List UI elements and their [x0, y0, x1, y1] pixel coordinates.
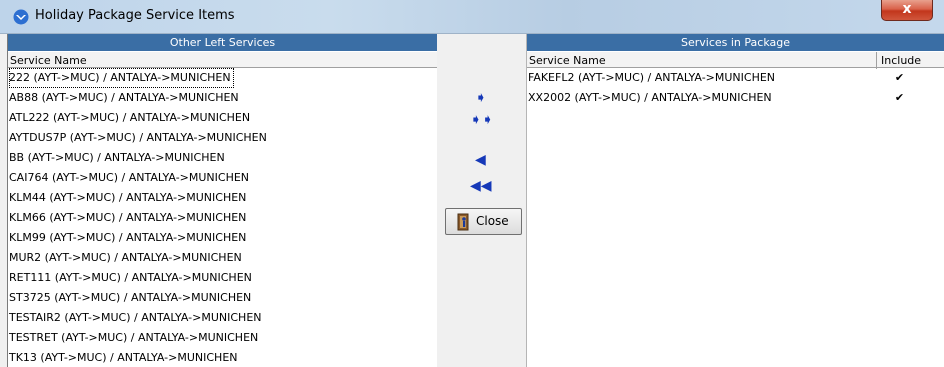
title-bar[interactable]: Holiday Package Service Items x: [0, 0, 944, 34]
service-name: XX2002 (AYT->MUC) / ANTALYA->MUNICHEN: [528, 91, 772, 104]
service-name: MUR2 (AYT->MUC) / ANTALYA->MUNICHEN: [9, 251, 242, 264]
service-name: AYTDUS7P (AYT->MUC) / ANTALYA->MUNICHEN: [9, 131, 267, 144]
list-item[interactable]: TESTAIR2 (AYT->MUC) / ANTALYA->MUNICHEN: [8, 308, 437, 328]
double-arrow-left-icon: ◀◀: [470, 178, 492, 194]
service-name: CAI764 (AYT->MUC) / ANTALYA->MUNICHEN: [9, 171, 250, 184]
service-name-column-header: Service Name: [529, 54, 606, 67]
list-item[interactable]: BB (AYT->MUC) / ANTALYA->MUNICHEN: [8, 148, 437, 168]
list-item[interactable]: TK13 (AYT->MUC) / ANTALYA->MUNICHEN: [8, 348, 437, 367]
list-item[interactable]: KLM66 (AYT->MUC) / ANTALYA->MUNICHEN: [8, 208, 437, 228]
service-name: 222 (AYT->MUC) / ANTALYA->MUNICHEN: [9, 68, 234, 88]
list-item[interactable]: MUR2 (AYT->MUC) / ANTALYA->MUNICHEN: [8, 248, 437, 268]
package-services-list[interactable]: FAKEFL2 (AYT->MUC) / ANTALYA->MUNICHEN ✔ X…: [527, 68, 944, 108]
list-item[interactable]: TESTRET (AYT->MUC) / ANTALYA->MUNICHEN: [8, 328, 437, 348]
close-button[interactable]: Close: [445, 208, 522, 235]
arrow-right-icon: ➧: [475, 90, 487, 106]
holiday-package-window: Holiday Package Service Items x Other Le…: [0, 0, 944, 367]
include-checkbox[interactable]: ✔: [894, 92, 905, 103]
service-name: RET111 (AYT->MUC) / ANTALYA->MUNICHEN: [9, 271, 252, 284]
table-row[interactable]: FAKEFL2 (AYT->MUC) / ANTALYA->MUNICHEN ✔: [527, 68, 944, 88]
add-one-button[interactable]: ➧: [448, 88, 516, 108]
include-column-header: Include: [881, 54, 922, 67]
door-exit-icon: [457, 213, 469, 231]
service-name: KLM66 (AYT->MUC) / ANTALYA->MUNICHEN: [9, 211, 247, 224]
include-checkbox[interactable]: ✔: [894, 72, 905, 83]
arrow-left-icon: ◀: [475, 152, 486, 168]
add-all-button[interactable]: ➧➧: [448, 110, 516, 130]
service-name: TK13 (AYT->MUC) / ANTALYA->MUNICHEN: [9, 351, 238, 364]
window-title: Holiday Package Service Items: [35, 8, 235, 23]
service-name: BB (AYT->MUC) / ANTALYA->MUNICHEN: [9, 151, 225, 164]
service-name: TESTRET (AYT->MUC) / ANTALYA->MUNICHEN: [9, 331, 259, 344]
list-item[interactable]: CAI764 (AYT->MUC) / ANTALYA->MUNICHEN: [8, 168, 437, 188]
list-item[interactable]: AYTDUS7P (AYT->MUC) / ANTALYA->MUNICHEN: [8, 128, 437, 148]
close-icon: x: [902, 1, 912, 17]
list-item[interactable]: ATL222 (AYT->MUC) / ANTALYA->MUNICHEN: [8, 108, 437, 128]
close-button-label: Close: [476, 214, 509, 228]
services-in-package-panel: Services in Package Service Name Include…: [526, 34, 944, 367]
list-item[interactable]: KLM44 (AYT->MUC) / ANTALYA->MUNICHEN: [8, 188, 437, 208]
service-name: AB88 (AYT->MUC) / ANTALYA->MUNICHEN: [9, 91, 239, 104]
double-arrow-right-icon: ➧➧: [470, 112, 494, 128]
list-item[interactable]: 222 (AYT->MUC) / ANTALYA->MUNICHEN: [8, 68, 437, 88]
remove-all-button[interactable]: ◀◀: [448, 176, 516, 196]
service-name: ATL222 (AYT->MUC) / ANTALYA->MUNICHEN: [9, 111, 251, 124]
left-group-header: Other Left Services: [8, 34, 437, 51]
table-row[interactable]: XX2002 (AYT->MUC) / ANTALYA->MUNICHEN ✔: [527, 88, 944, 108]
window-close-button[interactable]: x: [881, 0, 933, 21]
right-column-header[interactable]: Service Name Include: [527, 51, 944, 69]
service-name: FAKEFL2 (AYT->MUC) / ANTALYA->MUNICHEN: [528, 71, 776, 84]
service-name: KLM44 (AYT->MUC) / ANTALYA->MUNICHEN: [9, 191, 247, 204]
service-name: KLM99 (AYT->MUC) / ANTALYA->MUNICHEN: [9, 231, 247, 244]
column-divider[interactable]: [876, 52, 877, 69]
remove-one-button[interactable]: ◀: [448, 150, 516, 170]
list-item[interactable]: ST3725 (AYT->MUC) / ANTALYA->MUNICHEN: [8, 288, 437, 308]
left-column-header[interactable]: Service Name: [8, 51, 437, 68]
list-item[interactable]: KLM99 (AYT->MUC) / ANTALYA->MUNICHEN: [8, 228, 437, 248]
service-name: ST3725 (AYT->MUC) / ANTALYA->MUNICHEN: [9, 291, 252, 304]
service-name: TESTAIR2 (AYT->MUC) / ANTALYA->MUNICHEN: [9, 311, 262, 324]
service-name-column-header: Service Name: [10, 54, 87, 67]
left-services-list[interactable]: 222 (AYT->MUC) / ANTALYA->MUNICHEN AB88 (…: [8, 68, 437, 367]
right-group-header: Services in Package: [527, 34, 944, 51]
other-left-services-panel: Other Left Services Service Name 222 (AY…: [7, 34, 437, 367]
list-item[interactable]: RET111 (AYT->MUC) / ANTALYA->MUNICHEN: [8, 268, 437, 288]
list-item[interactable]: AB88 (AYT->MUC) / ANTALYA->MUNICHEN: [8, 88, 437, 108]
app-icon: [13, 9, 29, 25]
